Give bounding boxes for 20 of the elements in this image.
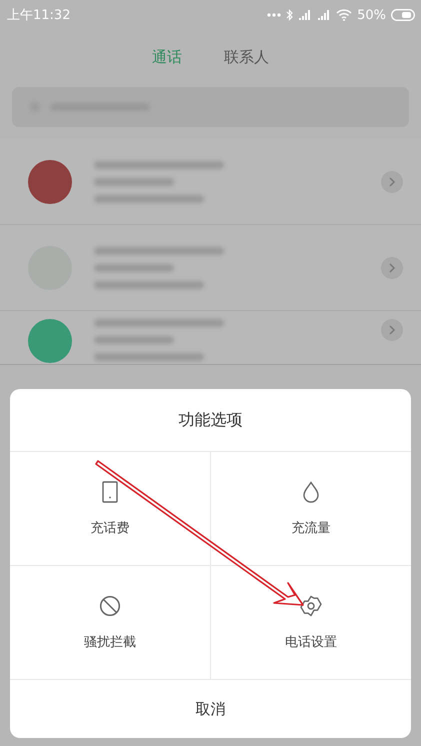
option-tile[interactable]: 骚扰拦截 [10, 566, 210, 680]
more-dots-icon [267, 13, 282, 17]
signal-icon [298, 10, 312, 20]
cancel-button[interactable]: 取消 [10, 680, 411, 738]
wifi-icon [336, 9, 352, 21]
bluetooth-icon [286, 9, 294, 21]
battery-percent: 50% [357, 8, 386, 22]
chevron-icon [381, 256, 403, 278]
status-time: 上午11:32 [7, 7, 70, 24]
tab[interactable]: 联系人 [216, 44, 277, 71]
block-icon [98, 594, 121, 616]
phone-icon [102, 480, 118, 502]
option-tile[interactable]: 充话费 [10, 452, 210, 566]
search-field[interactable] [12, 87, 409, 127]
chevron-icon [381, 170, 403, 192]
battery-icon [391, 9, 415, 21]
drop-icon [302, 480, 320, 502]
signal-icon [317, 10, 332, 20]
chevron-icon [381, 319, 403, 341]
settings-icon [300, 594, 322, 616]
